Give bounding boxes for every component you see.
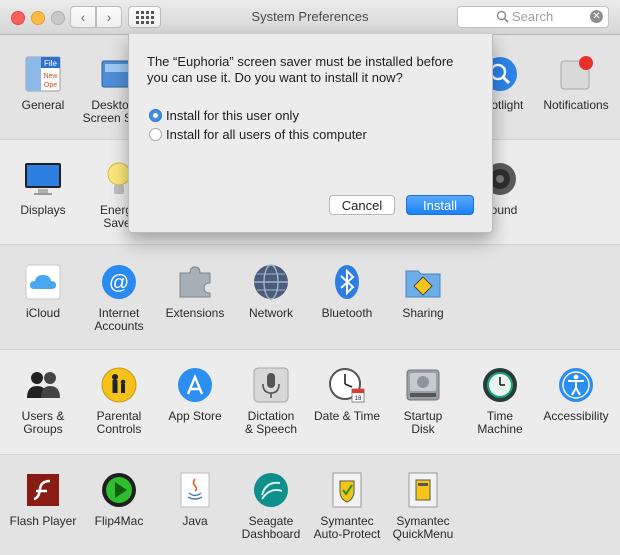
dialog-message: The “Euphoria” screen saver must be inst… (147, 54, 454, 85)
pane-date-time[interactable]: 18 Date & Time (308, 366, 386, 423)
radio-this-user-only[interactable]: Install for this user only (149, 108, 299, 123)
clear-search-icon[interactable]: ✕ (590, 10, 603, 23)
pane-label: Symantec Auto-Protect (313, 514, 381, 541)
pane-users-groups[interactable]: Users & Groups (4, 366, 82, 436)
radio-selected-icon[interactable] (149, 109, 162, 122)
search-icon (496, 10, 509, 23)
pane-parental-controls[interactable]: Parental Controls (80, 366, 158, 436)
pane-bluetooth[interactable]: Bluetooth (308, 263, 386, 320)
clock-icon: 18 (328, 366, 366, 404)
svg-text:New: New (43, 73, 58, 80)
pane-extensions[interactable]: Extensions (156, 263, 234, 320)
pane-label: Sharing (402, 306, 444, 320)
pane-label: Accessibility (543, 409, 609, 423)
pane-label: Time Machine (477, 409, 523, 436)
pane-sharing[interactable]: Sharing (384, 263, 462, 320)
disk-icon (404, 366, 442, 404)
pane-label: Dictation & Speech (244, 409, 298, 436)
pane-label: Java (182, 514, 208, 528)
pane-time-machine[interactable]: Time Machine (461, 366, 539, 436)
pane-icloud[interactable]: iCloud (4, 263, 82, 320)
symantec-icon (328, 471, 366, 509)
pane-internet-accounts[interactable]: @ Internet Accounts (80, 263, 158, 333)
time-machine-icon (481, 366, 519, 404)
pane-label: Flash Player (9, 514, 77, 528)
cancel-button[interactable]: Cancel (329, 195, 395, 215)
svg-text:18: 18 (355, 396, 362, 402)
pane-label: Symantec QuickMenu (392, 514, 454, 541)
globe-icon (252, 263, 290, 301)
search-input[interactable] (512, 8, 584, 24)
pane-label: iCloud (25, 306, 61, 320)
seagate-icon (252, 471, 290, 509)
pane-accessibility[interactable]: Accessibility (537, 366, 615, 423)
accessibility-icon (557, 366, 595, 404)
pane-symantec-quickmenu[interactable]: Symantec QuickMenu (384, 471, 462, 541)
pane-label: General (21, 98, 65, 112)
pane-label: Parental Controls (96, 409, 142, 436)
icloud-icon (24, 263, 62, 301)
pane-label: Displays (20, 203, 66, 217)
pane-notifications[interactable]: Notifications (537, 55, 615, 112)
internet-accounts-icon: @ (100, 263, 138, 301)
pane-displays[interactable]: Displays (4, 160, 82, 217)
pane-label: Network (248, 306, 293, 320)
svg-text:File: File (44, 59, 57, 68)
pane-label: Date & Time (313, 409, 381, 423)
symantec-quickmenu-icon (404, 471, 442, 509)
pane-app-store[interactable]: App Store (156, 366, 234, 423)
svg-text:Ope: Ope (44, 82, 57, 89)
svg-text:@: @ (109, 272, 129, 294)
pane-symantec-auto-protect[interactable]: Symantec Auto-Protect (308, 471, 386, 541)
general-icon: File New Ope (24, 55, 62, 93)
pane-startup-disk[interactable]: Startup Disk (384, 366, 462, 436)
pane-label: Extensions (165, 306, 225, 320)
search-field[interactable]: ✕ (457, 6, 609, 28)
pane-label: Bluetooth (321, 306, 373, 320)
pane-java[interactable]: Java (156, 471, 234, 528)
parental-controls-icon (100, 366, 138, 404)
pane-label: Internet Accounts (94, 306, 144, 333)
pane-row-system: Users & Groups Parental Controls App Sto… (0, 350, 620, 455)
pane-row-internet: iCloud @ Internet Accounts Extensions Ne… (0, 245, 620, 350)
radio-unselected-icon[interactable] (149, 128, 162, 141)
flash-icon (24, 471, 62, 509)
pane-general[interactable]: File New Ope General (4, 55, 82, 112)
users-groups-icon (24, 366, 62, 404)
notifications-icon (557, 55, 595, 93)
title-bar: ‹ › System Preferences ✕ (0, 0, 620, 35)
bluetooth-icon (328, 263, 366, 301)
radio-label: Install for this user only (166, 108, 299, 123)
pane-label: Flip4Mac (94, 514, 144, 528)
pane-label: App Store (168, 409, 222, 423)
microphone-icon (252, 366, 290, 404)
pane-label: Startup Disk (403, 409, 443, 436)
radio-label: Install for all users of this computer (166, 127, 367, 142)
pane-label: Seagate Dashboard (241, 514, 301, 541)
pane-label: Users & Groups (21, 409, 65, 436)
displays-icon (24, 160, 62, 198)
radio-all-users[interactable]: Install for all users of this computer (149, 127, 367, 142)
sharing-folder-icon (404, 263, 442, 301)
pane-dictation-speech[interactable]: Dictation & Speech (232, 366, 310, 436)
pane-network[interactable]: Network (232, 263, 310, 320)
pane-label: Notifications (543, 98, 609, 112)
pane-flip4mac[interactable]: Flip4Mac (80, 471, 158, 528)
flip4mac-icon (100, 471, 138, 509)
java-icon (176, 471, 214, 509)
app-store-icon (176, 366, 214, 404)
puzzle-piece-icon (176, 263, 214, 301)
pane-seagate-dashboard[interactable]: Seagate Dashboard (232, 471, 310, 541)
pane-row-other: Flash Player Flip4Mac Java Seagate Dashb… (0, 455, 620, 555)
install-screen-saver-dialog: The “Euphoria” screen saver must be inst… (128, 34, 493, 233)
pane-flash-player[interactable]: Flash Player (4, 471, 82, 528)
install-button[interactable]: Install (406, 195, 474, 215)
